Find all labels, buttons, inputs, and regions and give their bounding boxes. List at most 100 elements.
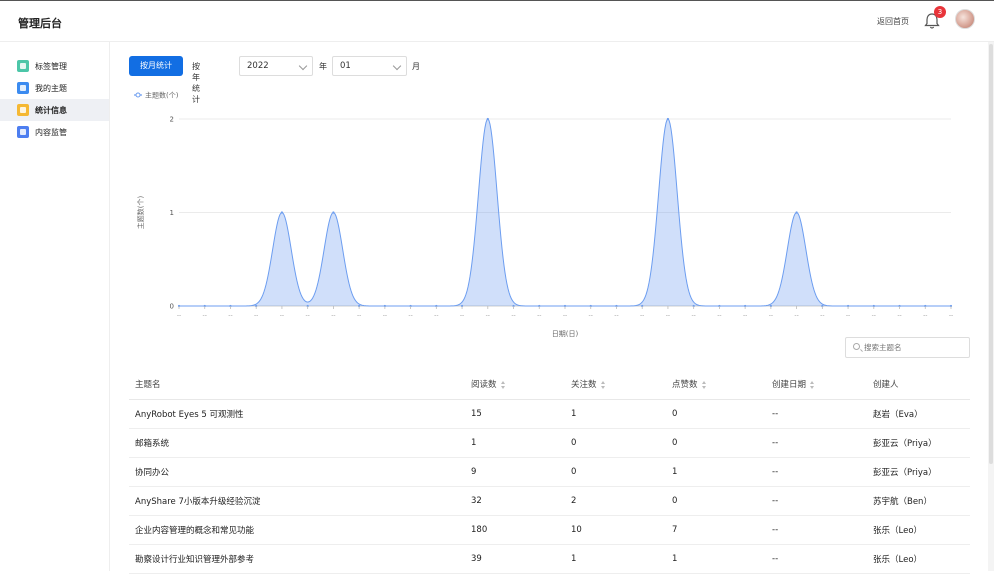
table-cell: -- [766, 457, 867, 487]
y-tick-label: 0 [170, 303, 174, 311]
table-cell: 2 [565, 486, 666, 516]
tag-icon [17, 60, 29, 72]
notification-badge: 3 [934, 6, 946, 18]
table-row[interactable]: 协同办公 9 0 1 -- 彭亚云（Priya） [129, 457, 970, 487]
table-cell: 1 [666, 544, 766, 574]
sidebar-item-label: 标签管理 [35, 61, 67, 71]
table-cell: 勘察设计行业知识管理外部参考 [129, 544, 465, 574]
table-cell: 1 [565, 544, 666, 574]
table-cell: 张乐（Leo） [867, 515, 970, 545]
year-select[interactable]: 2022 [239, 56, 313, 76]
table-cell: 7 [666, 515, 766, 545]
x-tick-label: -- [923, 312, 927, 319]
sidebar-item-label: 我的主题 [35, 83, 67, 93]
search-input[interactable] [864, 341, 964, 354]
column-header[interactable]: 阅读数 [465, 370, 565, 400]
table-cell: 1 [565, 399, 666, 429]
table-cell: 39 [465, 544, 565, 574]
table-cell: 0 [666, 399, 766, 429]
table-cell: 赵岩（Eva） [867, 399, 970, 429]
column-header[interactable]: 点赞数 [666, 370, 766, 400]
search-box[interactable] [845, 337, 970, 358]
x-tick-label: -- [717, 312, 721, 319]
topics-table: 主题名 阅读数 关注数 点赞数 创建日期 创建人 AnyRobot Eyes 5 可观测性… [129, 370, 970, 574]
table-cell: 0 [666, 428, 766, 458]
chevron-down-icon [392, 61, 402, 71]
sidebar-item-0[interactable]: 标签管理 [0, 55, 109, 77]
table-cell: AnyShare 7小版本升级经验沉淀 [129, 486, 465, 516]
shield-icon [17, 126, 29, 138]
data-point [666, 117, 670, 121]
x-tick-label: -- [897, 312, 901, 319]
table-cell: 10 [565, 515, 666, 545]
x-tick-label: -- [769, 312, 773, 319]
x-tick-label: -- [486, 312, 490, 319]
table-cell: -- [766, 515, 867, 545]
top-bar: 管理后台 返回首页 3 [0, 0, 994, 42]
x-tick-label: -- [408, 312, 412, 319]
month-select[interactable]: 01 [332, 56, 407, 76]
x-tick-label: -- [691, 312, 695, 319]
home-link[interactable]: 返回首页 [877, 16, 909, 27]
column-header-label: 阅读数 [471, 380, 497, 391]
x-tick-label: -- [820, 312, 824, 319]
table-cell: 180 [465, 515, 565, 545]
month-value: 01 [340, 61, 351, 71]
table-cell: 邮箱系统 [129, 428, 465, 458]
x-tick-label: -- [872, 312, 876, 319]
table-row[interactable]: AnyShare 7小版本升级经验沉淀 32 2 0 -- 苏宇航（Ben） [129, 486, 970, 516]
month-unit: 月 [412, 62, 420, 71]
sort-icon[interactable] [701, 380, 707, 389]
sort-icon[interactable] [500, 380, 506, 389]
table-cell: 32 [465, 486, 565, 516]
table-cell: 0 [666, 486, 766, 516]
y-tick-label: 1 [170, 209, 174, 217]
column-header: 主题名 [129, 370, 465, 400]
table-row[interactable]: 勘察设计行业知识管理外部参考 39 1 1 -- 张乐（Leo） [129, 544, 970, 574]
topic-icon [17, 82, 29, 94]
sidebar-item-2[interactable]: 统计信息 [0, 99, 109, 121]
x-tick-label: -- [949, 312, 953, 319]
sidebar: 标签管理我的主题统计信息 内容监管 [0, 42, 110, 571]
y-axis-label: 主题数(个) [136, 196, 145, 230]
table-cell: -- [766, 486, 867, 516]
table-row[interactable]: AnyRobot Eyes 5 可观测性 15 1 0 -- 赵岩（Eva） [129, 399, 970, 429]
legend-marker-dot [135, 92, 141, 98]
legend-label: 主题数(个) [145, 91, 179, 100]
x-tick-label: -- [640, 312, 644, 319]
sort-icon[interactable] [600, 380, 606, 389]
x-tick-label: -- [614, 312, 618, 319]
topic-count-chart: 主题数(个) 0 1 2 主题数(个) 日期(日) -- -- -- -- -- -- -- -- -- --… [129, 86, 969, 346]
table-cell: 企业内容管理的概念和常见功能 [129, 515, 465, 545]
by-month-button[interactable]: 按月统计 [129, 56, 183, 76]
x-tick-label: -- [383, 312, 387, 319]
column-header[interactable]: 关注数 [565, 370, 666, 400]
sidebar-item-1[interactable]: 我的主题 [0, 77, 109, 99]
x-tick-label: -- [563, 312, 567, 319]
x-tick-label: -- [305, 312, 309, 319]
table-row[interactable]: 企业内容管理的概念和常见功能 180 10 7 -- 张乐（Leo） [129, 515, 970, 545]
data-point [332, 211, 335, 214]
table-cell: 彭亚云（Priya） [867, 428, 970, 458]
data-point [795, 211, 798, 214]
sidebar-item-3[interactable]: 内容监管 [0, 121, 109, 143]
scrollbar-thumb[interactable] [989, 44, 993, 464]
column-header: 创建人 [867, 370, 970, 400]
column-header-label: 主题名 [135, 380, 161, 391]
x-tick-label: -- [743, 312, 747, 319]
x-tick-label: -- [280, 312, 284, 319]
x-tick-label: -- [434, 312, 438, 319]
avatar[interactable] [955, 9, 975, 29]
column-header[interactable]: 创建日期 [766, 370, 867, 400]
table-cell: 15 [465, 399, 565, 429]
x-tick-label: -- [177, 312, 181, 319]
column-header-label: 创建人 [873, 380, 899, 391]
column-header-label: 创建日期 [772, 380, 807, 391]
table-cell: -- [766, 428, 867, 458]
table-cell: AnyRobot Eyes 5 可观测性 [129, 399, 465, 429]
sort-icon[interactable] [810, 380, 815, 389]
table-header-row: 主题名 阅读数 关注数 点赞数 创建日期 创建人 [129, 370, 970, 400]
chart-svg: 主题数(个) 0 1 2 主题数(个) 日期(日) -- -- -- -- -- -- -- -- -- --… [134, 91, 953, 338]
table-row[interactable]: 邮箱系统 1 0 0 -- 彭亚云（Priya） [129, 428, 970, 458]
year-unit: 年 [319, 62, 327, 71]
